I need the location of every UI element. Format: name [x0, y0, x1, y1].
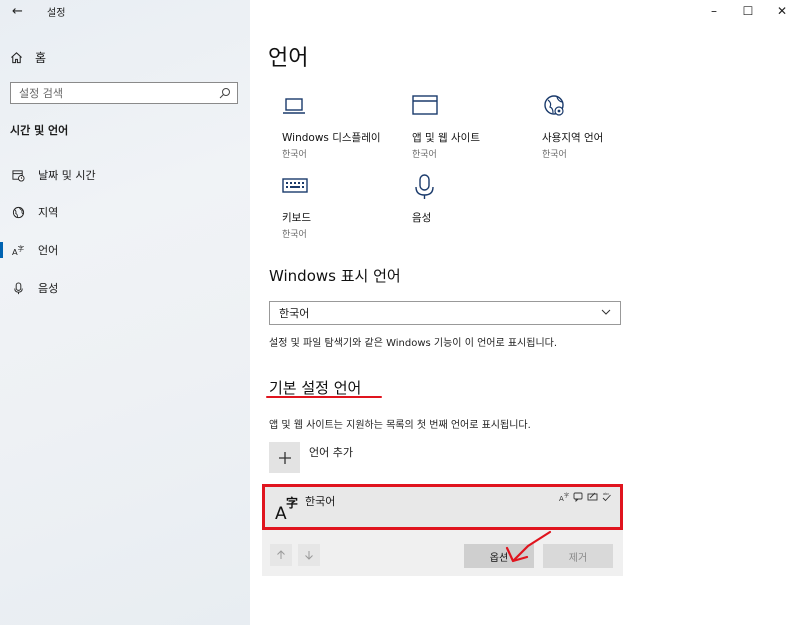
- arrow-up-icon: [277, 550, 285, 559]
- tile-speech[interactable]: 음성: [398, 174, 528, 225]
- search-box[interactable]: [10, 82, 238, 104]
- svg-text:字: 字: [286, 495, 298, 510]
- plus-icon: [278, 451, 291, 464]
- remove-button[interactable]: 제거: [543, 544, 613, 568]
- language-glyph-icon: A字: [275, 495, 298, 521]
- tile-sub: 한국어: [542, 150, 567, 160]
- sidebar-item-region[interactable]: 지역: [0, 199, 250, 225]
- language-name: 한국어: [305, 495, 336, 508]
- select-value: 한국어: [279, 307, 310, 320]
- search-icon[interactable]: [219, 87, 231, 99]
- speech-bubble-feature-icon: [573, 491, 584, 502]
- tile-sub: 한국어: [282, 150, 307, 160]
- tile-apps-websites[interactable]: 앱 및 웹 사이트 한국어: [398, 94, 528, 160]
- svg-text:abc: abc: [603, 492, 609, 496]
- sidebar: ← 설정 홈 시간 및 언어 날짜 및 시간 지역 A字 언어 음성: [0, 0, 250, 625]
- sidebar-item-label: 지역: [38, 206, 59, 219]
- laptop-icon: [283, 98, 305, 114]
- svg-text:字: 字: [564, 492, 569, 499]
- sidebar-item-label: 홈: [35, 50, 47, 65]
- home-icon: [11, 51, 22, 63]
- app-title: 설정: [47, 8, 66, 19]
- display-language-feature-icon: A字: [559, 491, 570, 502]
- sidebar-item-speech[interactable]: 음성: [0, 275, 250, 301]
- tile-label: 키보드: [282, 212, 311, 224]
- sidebar-item-label: 음성: [38, 282, 59, 295]
- language-actions-bar: 옵션 제거: [262, 530, 623, 576]
- move-up-button[interactable]: [270, 544, 292, 566]
- sidebar-item-label: 언어: [38, 244, 59, 257]
- globe-icon: [11, 205, 25, 219]
- tile-sub: 한국어: [282, 230, 307, 240]
- preferred-languages-heading: 기본 설정 언어: [269, 379, 362, 397]
- microphone-icon: [11, 281, 25, 295]
- sidebar-item-language[interactable]: A字 언어: [0, 237, 250, 263]
- arrow-down-icon: [305, 551, 313, 560]
- language-icon: A字: [11, 243, 25, 257]
- close-button[interactable]: ✕: [770, 4, 794, 18]
- minimize-button[interactable]: –: [702, 4, 726, 18]
- tile-keyboard[interactable]: 키보드 한국어: [268, 174, 398, 240]
- add-language-label[interactable]: 언어 추가: [309, 444, 353, 460]
- svg-text:字: 字: [17, 244, 24, 253]
- tile-label: 사용지역 언어: [542, 132, 604, 144]
- page-title: 언어: [268, 46, 309, 71]
- keyboard-icon: [282, 178, 308, 193]
- tile-windows-display[interactable]: Windows 디스플레이 한국어: [268, 94, 398, 160]
- sidebar-item-date-time[interactable]: 날짜 및 시간: [0, 162, 250, 188]
- titlebar-left: ← 설정: [0, 0, 250, 32]
- tile-label: 음성: [412, 212, 432, 224]
- display-language-description: 설정 및 파일 탐색기와 같은 Windows 기능이 이 언어로 표시됩니다.: [269, 338, 558, 349]
- calendar-clock-icon: [11, 168, 25, 182]
- sidebar-item-label: 날짜 및 시간: [38, 169, 96, 182]
- move-down-button[interactable]: [298, 544, 320, 566]
- language-features: A字 abc: [559, 491, 612, 502]
- options-button[interactable]: 옵션: [464, 544, 534, 568]
- chevron-down-icon: [601, 309, 611, 315]
- back-button[interactable]: ←: [12, 4, 28, 20]
- display-language-select[interactable]: 한국어: [269, 301, 621, 325]
- tile-sub: 한국어: [412, 150, 437, 160]
- microphone-icon: [415, 174, 434, 199]
- preferred-languages-description: 앱 및 웹 사이트는 지원하는 목록의 첫 번째 언어로 표시됩니다.: [269, 420, 531, 431]
- search-input[interactable]: [11, 86, 211, 100]
- globe-settings-icon: [544, 95, 564, 116]
- maximize-button[interactable]: ☐: [736, 4, 760, 18]
- tile-regional-format[interactable]: 사용지역 언어 한국어: [528, 94, 658, 160]
- sidebar-item-home[interactable]: 홈: [10, 47, 46, 67]
- sidebar-section-title: 시간 및 언어: [10, 124, 69, 137]
- handwriting-feature-icon: [587, 491, 598, 502]
- tile-label: Windows 디스플레이: [282, 132, 381, 144]
- window-icon: [412, 95, 438, 115]
- tile-label: 앱 및 웹 사이트: [412, 132, 480, 144]
- add-language-button[interactable]: [269, 442, 300, 473]
- language-list-item[interactable]: A字 한국어 A字 abc: [262, 484, 623, 530]
- spellcheck-feature-icon: abc: [601, 491, 612, 502]
- annotation-underline: [266, 396, 382, 398]
- display-language-heading: Windows 표시 언어: [269, 267, 401, 285]
